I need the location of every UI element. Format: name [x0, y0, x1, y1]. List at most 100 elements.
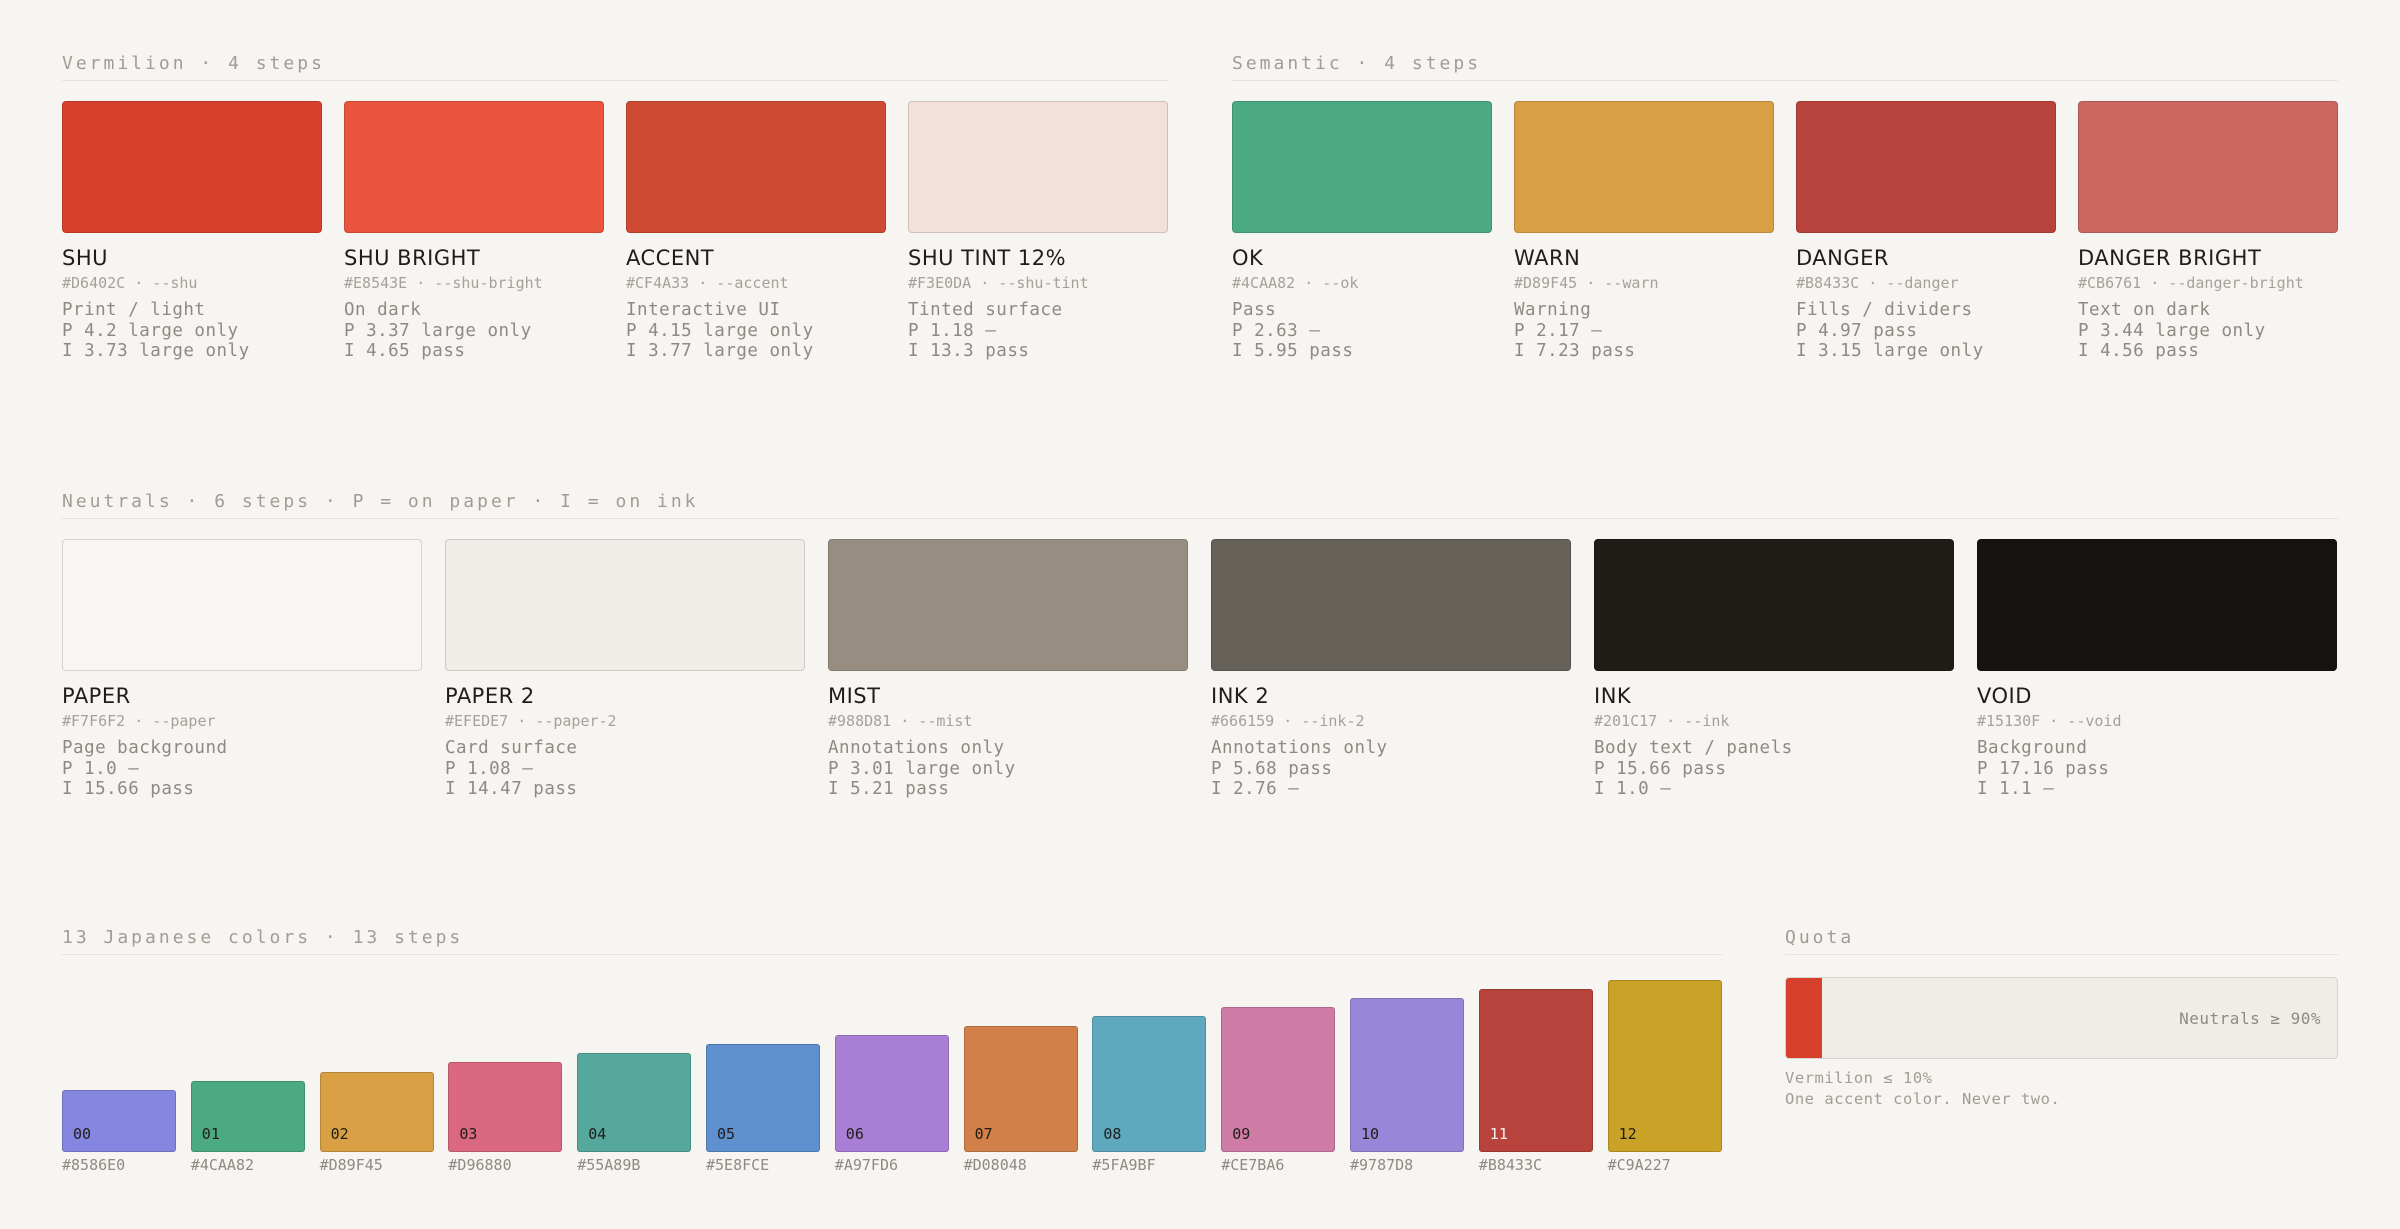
- contrast-on-paper: P 2.63 —: [1232, 320, 1321, 341]
- contrast-on-ink: I 3.77 large only: [626, 341, 814, 361]
- vermilion-section-title: Vermilion · 4 steps: [62, 48, 1168, 81]
- color-usage: Background: [1977, 738, 2088, 758]
- japanese-color-hex: #D08048: [963, 1156, 1027, 1174]
- color-usage: Fills / dividers: [1796, 300, 1973, 320]
- japanese-color-swatch: 02: [319, 1071, 434, 1152]
- quota-bar-fill: [1786, 978, 1822, 1058]
- color-card-shu-tint: SHU TINT 12% #F3E0DA · --shu-tint Tinted s…: [908, 101, 1168, 362]
- contrast-on-ink: I 2.76 —: [1211, 779, 1300, 799]
- color-usage: Annotations only: [828, 738, 1005, 758]
- japanese-color-swatch: 12: [1607, 979, 1722, 1152]
- japanese-section-title: 13 Japanese colors · 13 steps: [62, 922, 1722, 955]
- color-swatch: [1594, 539, 1954, 671]
- color-hex-token: #666159 · --ink-2: [1211, 712, 1365, 730]
- japanese-color-swatch: 11: [1478, 988, 1593, 1152]
- color-card-accent: ACCENT #CF4A33 · --accent Interactive UI P …: [626, 101, 886, 362]
- color-usage: Card surface: [445, 738, 578, 758]
- japanese-color-hex: #9787D8: [1350, 1156, 1414, 1174]
- color-swatch: [62, 539, 422, 671]
- contrast-on-paper: P 1.08 —: [445, 758, 534, 779]
- color-hex-token: #D89F45 · --warn: [1514, 274, 1659, 292]
- quota-bar: Neutrals ≥ 90%: [1785, 977, 2338, 1059]
- japanese-color-hex: #B8433C: [1478, 1156, 1543, 1174]
- japanese-color-swatch: 01: [190, 1080, 305, 1152]
- contrast-on-paper: P 5.68 pass: [1211, 758, 1333, 779]
- contrast-on-paper: P 4.15 large only: [626, 320, 814, 341]
- color-hex-token: #F3E0DA · --shu-tint: [908, 274, 1089, 292]
- neutrals-section: Neutrals · 6 steps · P = on paper · I = …: [62, 486, 2338, 800]
- color-name: INK: [1594, 684, 1632, 708]
- color-card-paper: PAPER #F7F6F2 · --paper Page background P 1…: [62, 539, 422, 800]
- semantic-section-title: Semantic · 4 steps: [1232, 48, 2338, 81]
- japanese-color-index: 08: [1103, 1125, 1122, 1143]
- color-swatch: [908, 101, 1168, 233]
- contrast-on-ink: I 1.1 —: [1977, 779, 2055, 799]
- quota-note-accent-rule: One accent color. Never two.: [1785, 1090, 2061, 1108]
- japanese-color-index: 03: [459, 1125, 478, 1143]
- japanese-color-swatch: 10: [1350, 998, 1464, 1152]
- color-hex-token: #CB6761 · --danger-bright: [2078, 274, 2304, 292]
- color-usage: Print / light: [62, 300, 206, 320]
- color-swatch: [445, 539, 805, 671]
- color-hex-token: #D6402C · --shu: [62, 274, 198, 292]
- color-usage: Warning: [1514, 300, 1592, 320]
- contrast-on-ink: I 4.56 pass: [2078, 341, 2200, 361]
- color-usage: Body text / panels: [1594, 738, 1793, 758]
- color-swatch: [344, 101, 604, 233]
- japanese-swatch-strip: 00 01 02 03 04 05 06 07 08 09 10 11 12: [62, 977, 1722, 1152]
- color-usage: Pass: [1232, 300, 1277, 320]
- color-card-ink-2: INK 2 #666159 · --ink-2 Annotations only P …: [1211, 539, 1571, 800]
- contrast-on-ink: I 5.21 pass: [828, 779, 950, 799]
- japanese-color-hex: #A97FD6: [834, 1156, 899, 1174]
- color-name: SHU TINT 12%: [908, 246, 1067, 270]
- japanese-color-hex: #D89F45: [319, 1156, 383, 1174]
- japanese-color-hex: #55A89B: [577, 1156, 641, 1174]
- quota-section: Quota: [1785, 922, 2338, 975]
- japanese-color-hex: #D96880: [448, 1156, 512, 1174]
- color-hex-token: #E8543E · --shu-bright: [344, 274, 543, 292]
- color-name: VOID: [1977, 684, 2032, 708]
- color-name: INK 2: [1211, 684, 1270, 708]
- color-usage: Page background: [62, 738, 228, 758]
- japanese-color-hex: #8586E0: [62, 1156, 126, 1174]
- japanese-color-hex: #C9A227: [1607, 1156, 1671, 1174]
- contrast-on-ink: I 13.3 pass: [908, 341, 1030, 361]
- color-name: DANGER: [1796, 246, 1890, 270]
- color-card-warn: WARN #D89F45 · --warn Warning P 2.17 — I 7.2…: [1514, 101, 1774, 362]
- color-usage: Interactive UI: [626, 300, 781, 320]
- contrast-on-ink: I 14.47 pass: [445, 779, 578, 799]
- japanese-color-index: 01: [201, 1125, 220, 1143]
- japanese-color-swatch: 06: [834, 1034, 949, 1152]
- japanese-color-index: 05: [717, 1125, 736, 1143]
- color-hex-token: #15130F · --void: [1977, 712, 2122, 730]
- color-name: OK: [1232, 246, 1264, 270]
- color-swatch: [62, 101, 322, 233]
- color-swatch: [1977, 539, 2337, 671]
- color-hex-token: #EFEDE7 · --paper-2: [445, 712, 617, 730]
- contrast-on-ink: I 3.15 large only: [1796, 341, 1984, 361]
- color-card-shu-bright: SHU BRIGHT #E8543E · --shu-bright On dark P…: [344, 101, 604, 362]
- color-name: PAPER: [62, 684, 131, 708]
- color-name: WARN: [1514, 246, 1581, 270]
- color-hex-token: #CF4A33 · --accent: [626, 274, 789, 292]
- contrast-on-paper: P 1.18 —: [908, 320, 997, 341]
- color-swatch: [2078, 101, 2338, 233]
- quota-bar-label: Neutrals ≥ 90%: [2179, 1009, 2321, 1028]
- japanese-color-swatch: 00: [62, 1090, 176, 1152]
- color-card-danger: DANGER #B8433C · --danger Fills / dividers…: [1796, 101, 2056, 362]
- contrast-on-paper: P 4.2 large only: [62, 320, 239, 341]
- color-swatch: [1514, 101, 1774, 233]
- color-swatch: [1796, 101, 2056, 233]
- japanese-color-swatch: 08: [1092, 1016, 1207, 1152]
- color-name: DANGER BRIGHT: [2078, 246, 2262, 270]
- contrast-on-paper: P 3.44 large only: [2078, 320, 2266, 341]
- color-hex-token: #B8433C · --danger: [1796, 274, 1959, 292]
- color-swatch: [1232, 101, 1492, 233]
- japanese-color-swatch: 09: [1221, 1007, 1336, 1152]
- semantic-swatch-row: OK #4CAA82 · --ok Pass P 2.63 — I 5.95 pass W…: [1232, 101, 2338, 362]
- color-usage: Annotations only: [1211, 738, 1388, 758]
- japanese-color-swatch: 07: [963, 1025, 1078, 1152]
- color-name: SHU: [62, 246, 108, 270]
- color-card-void: VOID #15130F · --void Background P 17.16 pa…: [1977, 539, 2337, 800]
- contrast-on-ink: I 3.73 large only: [62, 341, 250, 361]
